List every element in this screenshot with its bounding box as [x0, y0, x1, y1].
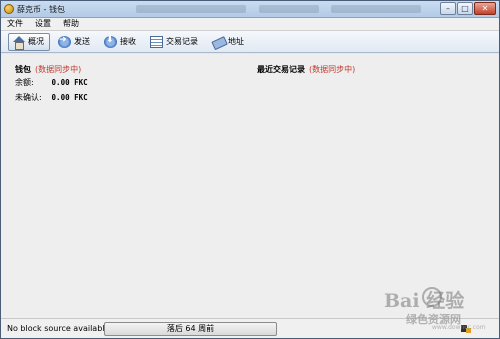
menu-help[interactable]: 帮助 [57, 18, 85, 30]
toolbar: 概况 发送 接收 交易记录 地址 [1, 31, 499, 53]
blurred-tab [259, 5, 319, 13]
menu-file[interactable]: 文件 [1, 18, 29, 30]
blurred-tab [331, 5, 421, 13]
tab-overview-label: 概况 [28, 37, 44, 46]
tab-send[interactable]: 发送 [54, 33, 96, 51]
recent-transactions-heading: 最近交易记录 (数据同步中) [257, 64, 355, 75]
tab-history[interactable]: 交易记录 [146, 33, 204, 51]
tab-address[interactable]: 地址 [208, 33, 250, 51]
recent-title: 最近交易记录 [257, 65, 305, 74]
menu-settings[interactable]: 设置 [29, 18, 57, 30]
menu-bar: 文件 设置 帮助 [1, 18, 499, 31]
tab-receive-label: 接收 [120, 37, 136, 46]
unconfirmed-row: 未确认: 0.00 FKC [15, 92, 88, 103]
maximize-button[interactable]: □ [457, 2, 473, 15]
recent-sync-status: (数据同步中) [309, 65, 356, 74]
unconfirmed-value: 0.00 FKC [51, 93, 88, 102]
coin-app-icon [4, 4, 14, 14]
watermark: Bai 经验 绿色资源网 www.downcc.com [384, 286, 496, 332]
close-button[interactable]: ✕ [474, 2, 496, 15]
blurred-tab [136, 5, 246, 13]
wallet-heading: 钱包 (数据同步中) [15, 64, 81, 75]
paw-icon [422, 287, 442, 307]
receive-arrow-icon [104, 35, 117, 48]
window-title: 薛克币 - 钱包 [17, 5, 65, 14]
wallet-window: 薛克币 - 钱包 – □ ✕ 文件 设置 帮助 概况 发送 接收 交易记录 [0, 0, 500, 339]
overview-panel: 钱包 (数据同步中) 余额: 0.00 FKC 未确认: 0.00 FKC 最近交… [1, 54, 499, 318]
send-arrow-icon [58, 35, 71, 48]
home-icon [12, 35, 25, 50]
sync-progress-text: 落后 64 周前 [166, 324, 215, 333]
minimize-button[interactable]: – [440, 2, 456, 15]
title-bar[interactable]: 薛克币 - 钱包 – □ ✕ [1, 1, 499, 18]
history-list-icon [150, 35, 163, 48]
window-controls: – □ ✕ [439, 2, 496, 15]
tab-history-label: 交易记录 [166, 37, 198, 46]
wallet-sync-status: (数据同步中) [35, 65, 82, 74]
tab-send-label: 发送 [74, 37, 90, 46]
status-text: No block source available... [7, 324, 118, 333]
tab-address-label: 地址 [228, 37, 244, 46]
balance-value: 0.00 FKC [51, 78, 88, 87]
watermark-url: www.downcc.com [432, 324, 486, 331]
address-card-icon [210, 33, 227, 49]
tab-overview[interactable]: 概况 [8, 32, 50, 51]
wallet-title: 钱包 [15, 65, 31, 74]
balance-label: 余额: [15, 78, 34, 87]
balance-row: 余额: 0.00 FKC [15, 77, 88, 88]
sync-progress-bar: 落后 64 周前 [104, 322, 277, 336]
tab-receive[interactable]: 接收 [100, 33, 142, 51]
unconfirmed-label: 未确认: [15, 93, 42, 102]
